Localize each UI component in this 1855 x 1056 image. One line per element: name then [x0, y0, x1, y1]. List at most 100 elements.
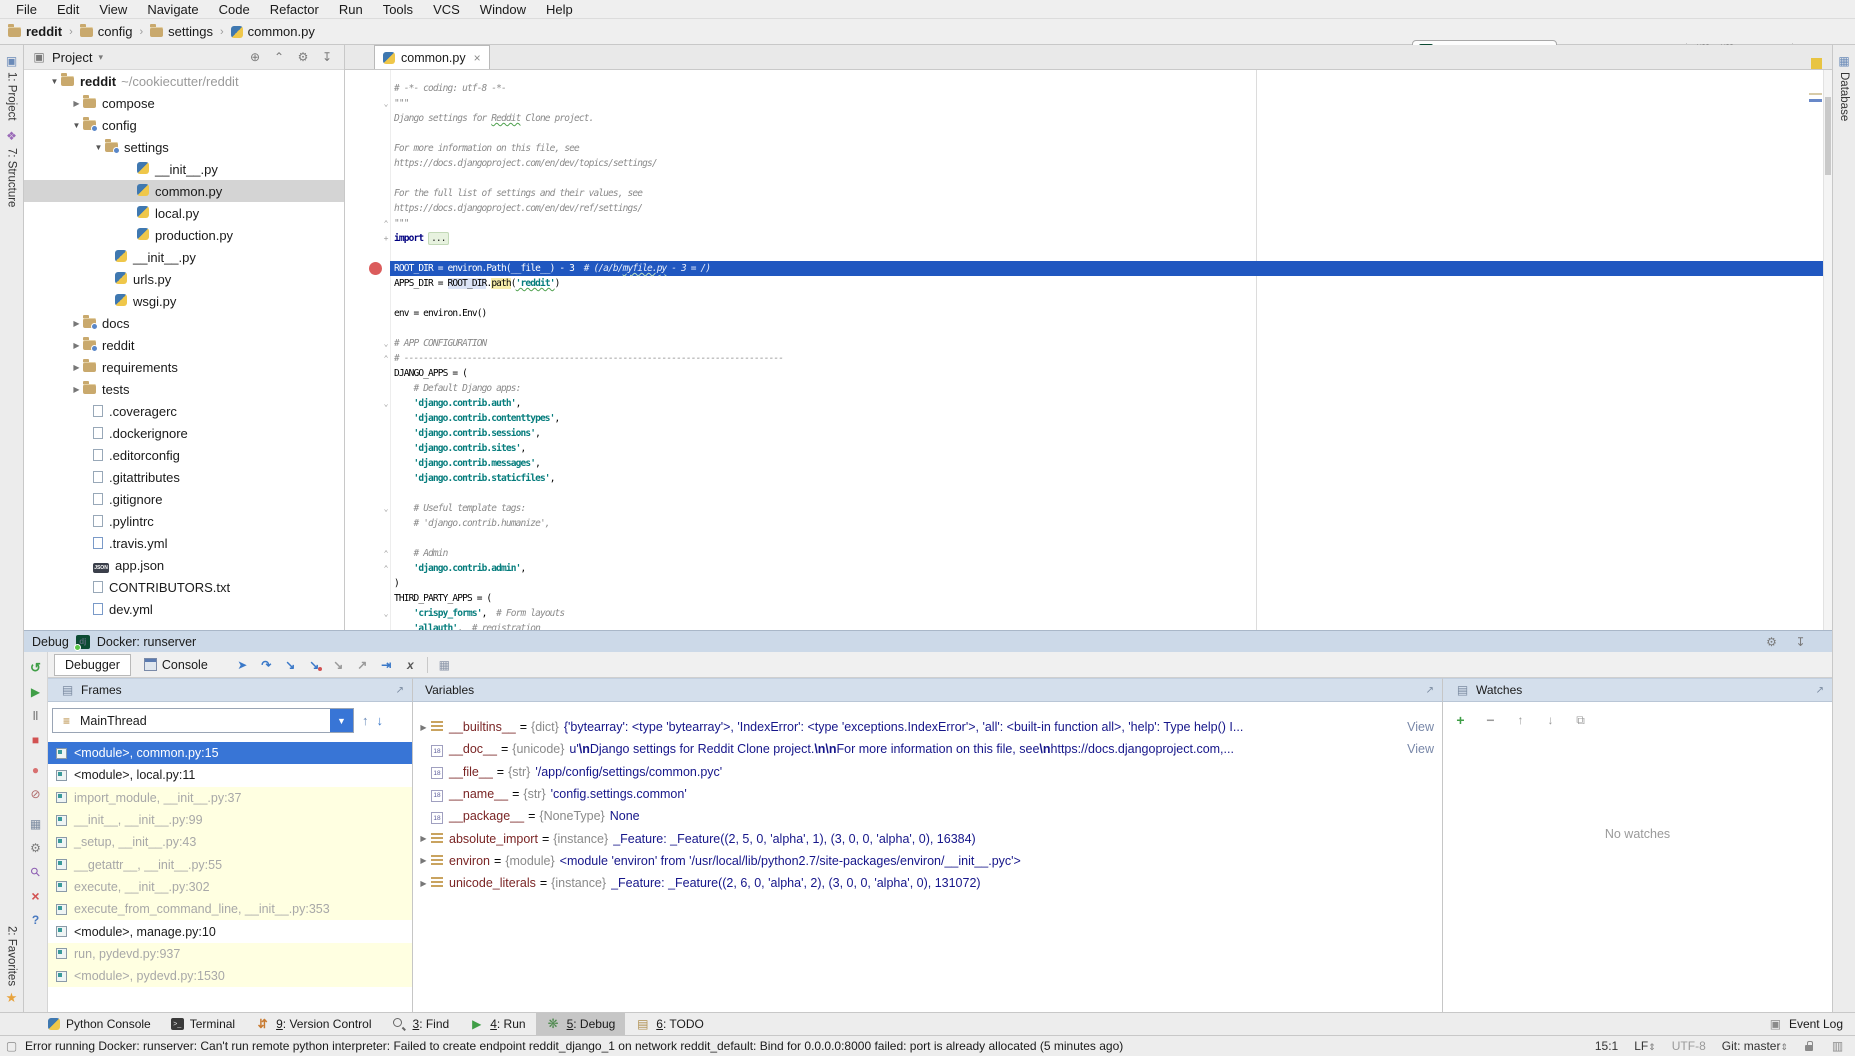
variable-row[interactable]: 18__file__={str}'/app/config/settings/co… — [413, 761, 1442, 783]
pause-icon[interactable] — [26, 704, 46, 728]
error-stripe-mark[interactable] — [1809, 93, 1822, 95]
remove-icon[interactable] — [1483, 713, 1498, 728]
event-log-button[interactable]: Event Log — [1768, 1013, 1843, 1035]
frame-row[interactable]: import_module, __init__.py:37 — [48, 787, 412, 809]
tree-item[interactable]: .editorconfig — [24, 444, 344, 466]
run-to-cursor-icon[interactable] — [379, 657, 394, 672]
menu-tools[interactable]: Tools — [373, 2, 423, 17]
breadcrumb-item[interactable]: config — [80, 24, 133, 39]
chevron-right-icon[interactable]: ▶ — [70, 341, 83, 350]
frame-row[interactable]: _setup, __init__.py:43 — [48, 831, 412, 853]
tree-item[interactable]: ▶reddit — [24, 334, 344, 356]
tree-item[interactable]: ▶docs — [24, 312, 344, 334]
frame-up-icon[interactable]: ↑ — [362, 713, 369, 728]
fold-marker-icon[interactable]: ⌄ — [381, 606, 391, 621]
float-panel-icon[interactable]: ↗ — [396, 685, 404, 696]
tree-item[interactable]: ▼config — [24, 114, 344, 136]
tree-item[interactable]: .gitattributes — [24, 466, 344, 488]
tree-item[interactable]: .pylintrc — [24, 510, 344, 532]
show-execution-point-icon[interactable] — [235, 657, 250, 672]
tree-item[interactable]: .coveragerc — [24, 400, 344, 422]
tab-console[interactable]: Console — [133, 654, 219, 676]
variable-row[interactable]: ▶__builtins__={dict}{'bytearray': <type … — [413, 716, 1442, 738]
view-link[interactable]: View — [1407, 742, 1442, 756]
help-icon[interactable] — [26, 908, 46, 932]
fold-marker-icon[interactable]: ⌃ — [381, 351, 391, 366]
tool-window-button-terminal[interactable]: >_Terminal — [161, 1013, 245, 1035]
evaluate-icon[interactable] — [403, 657, 418, 672]
tool-button-1-project[interactable]: ▣1: Project — [0, 53, 23, 121]
target-icon[interactable] — [248, 50, 262, 65]
thread-selector[interactable]: MainThread ▼ — [52, 708, 354, 733]
menu-code[interactable]: Code — [209, 2, 260, 17]
chevron-right-icon[interactable]: ▶ — [70, 363, 83, 372]
fold-marker-icon[interactable]: ⌃ — [381, 216, 391, 231]
add-icon[interactable] — [1453, 713, 1468, 728]
tab-close-icon[interactable]: × — [474, 51, 481, 65]
float-panel-icon[interactable]: ↗ — [1426, 685, 1434, 696]
chevron-right-icon[interactable]: ▶ — [70, 319, 83, 328]
tab-debugger[interactable]: Debugger — [54, 654, 131, 676]
frame-row[interactable]: execute, __init__.py:302 — [48, 876, 412, 898]
caret-position[interactable]: 15:1 — [1595, 1039, 1618, 1053]
fold-marker-icon[interactable]: ⌄ — [381, 501, 391, 516]
tree-item[interactable]: .gitignore — [24, 488, 344, 510]
chevron-down-icon[interactable]: ▼ — [70, 121, 83, 130]
chevron-down-icon[interactable]: ▼ — [92, 143, 105, 152]
tool-window-button-find[interactable]: 3: Find — [382, 1013, 460, 1035]
float-panel-icon[interactable]: ↗ — [1816, 685, 1824, 696]
frame-row[interactable]: <module>, pydevd.py:1530 — [48, 965, 412, 987]
thread-dropdown-icon[interactable]: ▼ — [330, 709, 353, 732]
stop-icon[interactable] — [26, 728, 46, 752]
tree-item[interactable]: __init__.py — [24, 158, 344, 180]
encoding-selector[interactable]: UTF-8 — [1672, 1039, 1706, 1053]
resume-icon[interactable] — [26, 680, 46, 704]
menu-view[interactable]: View — [89, 2, 137, 17]
tool-button-database[interactable]: ▦Database — [1833, 53, 1855, 121]
tree-item[interactable]: CONTRIBUTORS.txt — [24, 576, 344, 598]
hide-icon[interactable] — [320, 50, 334, 65]
fold-marker-icon[interactable]: ⌄ — [381, 336, 391, 351]
tool-window-button-run[interactable]: 4: Run — [459, 1013, 535, 1035]
menu-navigate[interactable]: Navigate — [137, 2, 208, 17]
copy-icon[interactable] — [1573, 713, 1588, 728]
tree-item[interactable]: ▼settings — [24, 136, 344, 158]
tree-item[interactable]: ▶compose — [24, 92, 344, 114]
force-step-into-icon[interactable] — [331, 657, 346, 672]
frame-row[interactable]: <module>, common.py:15 — [48, 742, 412, 764]
breadcrumb-item[interactable]: reddit — [8, 24, 62, 39]
frame-down-icon[interactable]: ↓ — [377, 713, 384, 728]
down-icon[interactable] — [1543, 713, 1558, 728]
settings-icon[interactable] — [26, 836, 46, 860]
restore-layout-icon[interactable] — [26, 812, 46, 836]
toggle-stripes-icon[interactable] — [4, 1039, 19, 1054]
chevron-right-icon[interactable]: ▶ — [417, 723, 430, 732]
tree-item[interactable]: ▶requirements — [24, 356, 344, 378]
pin-icon[interactable] — [26, 860, 46, 884]
tool-window-button-python-console[interactable]: Python Console — [38, 1013, 161, 1035]
inspections-icon[interactable] — [1830, 1039, 1845, 1054]
mute-breakpoints-icon[interactable] — [26, 782, 46, 806]
fold-marker-icon[interactable]: ⌄ — [381, 396, 391, 411]
variable-row[interactable]: ▶environ={module}<module 'environ' from … — [413, 850, 1442, 872]
frame-row[interactable]: execute_from_command_line, __init__.py:3… — [48, 898, 412, 920]
settings-icon[interactable] — [296, 50, 310, 65]
frame-row[interactable]: __init__, __init__.py:99 — [48, 809, 412, 831]
rerun-icon[interactable] — [26, 656, 46, 680]
chevron-right-icon[interactable]: ▶ — [417, 879, 430, 888]
tree-item[interactable]: JSONapp.json — [24, 554, 344, 576]
breakpoint-icon[interactable] — [369, 262, 382, 275]
step-out-icon[interactable] — [355, 657, 370, 672]
scrollbar-thumb[interactable] — [1825, 97, 1831, 175]
tree-item[interactable]: wsgi.py — [24, 290, 344, 312]
menu-refactor[interactable]: Refactor — [260, 2, 329, 17]
variable-row[interactable]: ▶absolute_import={instance}_Feature: _Fe… — [413, 827, 1442, 849]
project-view-dropdown[interactable]: ▾ — [98, 52, 103, 63]
close-icon[interactable] — [26, 884, 46, 908]
variable-row[interactable]: 18__package__={NoneType}None — [413, 805, 1442, 827]
fold-marker-icon[interactable]: ⌃ — [381, 561, 391, 576]
menu-run[interactable]: Run — [329, 2, 373, 17]
up-icon[interactable] — [1513, 713, 1528, 728]
frame-row[interactable]: <module>, local.py:11 — [48, 764, 412, 786]
chevron-right-icon[interactable]: ▶ — [70, 385, 83, 394]
